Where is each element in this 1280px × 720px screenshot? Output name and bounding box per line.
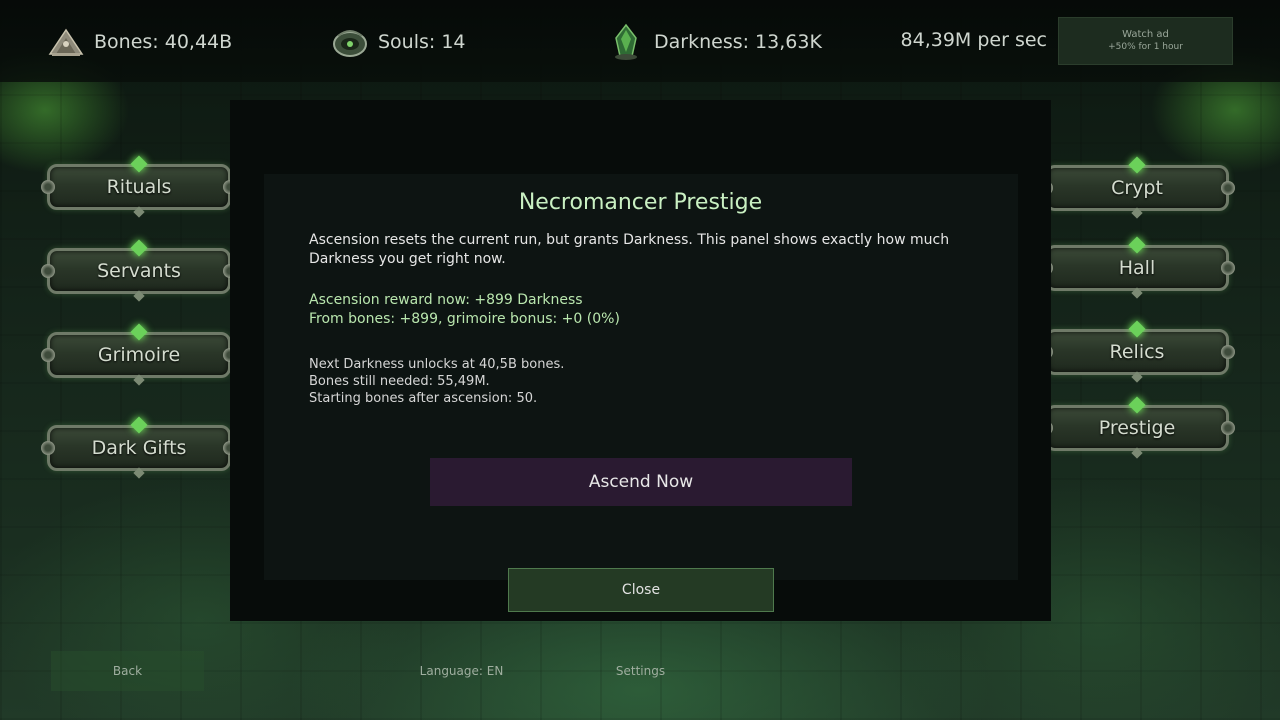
menu-button-crypt[interactable]: Crypt	[1039, 156, 1235, 219]
menu-label: Rituals	[106, 176, 172, 198]
settings-button[interactable]: Settings	[564, 651, 717, 691]
next-unlock-text: Next Darkness unlocks at 40,5B bones.	[309, 357, 565, 372]
reward-total: Ascension reward now: +899 Darkness	[309, 292, 583, 308]
darkness-counter: Darkness: 13,63K	[606, 22, 822, 62]
bones-needed-text: Bones still needed: 55,49M.	[309, 374, 490, 389]
starting-bones-text: Starting bones after ascension: 50.	[309, 391, 538, 406]
language-button[interactable]: Language: EN	[385, 651, 538, 691]
soul-orb-icon	[333, 30, 367, 57]
menu-label: Servants	[97, 260, 181, 282]
reward-breakdown: From bones: +899, grimoire bonus: +0 (0%…	[309, 311, 620, 327]
menu-button-grimoire[interactable]: Grimoire	[41, 323, 237, 386]
bone-pile-icon	[48, 28, 84, 56]
ascend-now-button[interactable]: Ascend Now	[430, 458, 852, 506]
reward-summary: Ascension reward now: +899 Darkness From…	[309, 291, 620, 329]
menu-label: Prestige	[1098, 417, 1176, 439]
menu-button-relics[interactable]: Relics	[1039, 320, 1235, 383]
darkness-value: Darkness: 13,63K	[654, 31, 822, 53]
progress-info: Next Darkness unlocks at 40,5B bones. Bo…	[309, 356, 564, 407]
menu-button-hall[interactable]: Hall	[1039, 236, 1235, 299]
menu-label: Crypt	[1111, 177, 1163, 199]
menu-button-rituals[interactable]: Rituals	[41, 155, 237, 218]
watch-ad-bonus: +50% for 1 hour	[1108, 42, 1183, 52]
dialog-title: Necromancer Prestige	[518, 190, 763, 215]
watch-ad-label: Watch ad	[1122, 29, 1169, 40]
dialog-description: Ascension resets the current run, but gr…	[309, 232, 950, 267]
menu-label: Hall	[1118, 257, 1156, 279]
souls-counter: Souls: 14	[330, 22, 466, 62]
menu-button-dark-gifts[interactable]: Dark Gifts	[41, 416, 237, 479]
prestige-dialog: Necromancer Prestige Ascension resets th…	[230, 100, 1051, 621]
menu-button-servants[interactable]: Servants	[41, 239, 237, 302]
back-button[interactable]: Back	[51, 651, 204, 691]
resource-bar: Bones: 40,44B Souls: 14 Darkness: 13,63K…	[0, 0, 1280, 82]
souls-value: Souls: 14	[378, 31, 466, 53]
dark-crystal-icon	[615, 23, 637, 60]
menu-button-prestige[interactable]: Prestige	[1039, 396, 1235, 459]
bones-value: Bones: 40,44B	[94, 31, 233, 53]
watch-ad-button[interactable]: Watch ad +50% for 1 hour	[1058, 17, 1233, 65]
menu-label: Dark Gifts	[91, 437, 187, 459]
menu-label: Relics	[1109, 341, 1165, 363]
menu-label: Grimoire	[97, 344, 181, 366]
income-per-second: 84,39M per sec	[900, 29, 1047, 51]
bones-counter: Bones: 40,44B	[46, 22, 232, 62]
close-button[interactable]: Close	[508, 568, 774, 612]
